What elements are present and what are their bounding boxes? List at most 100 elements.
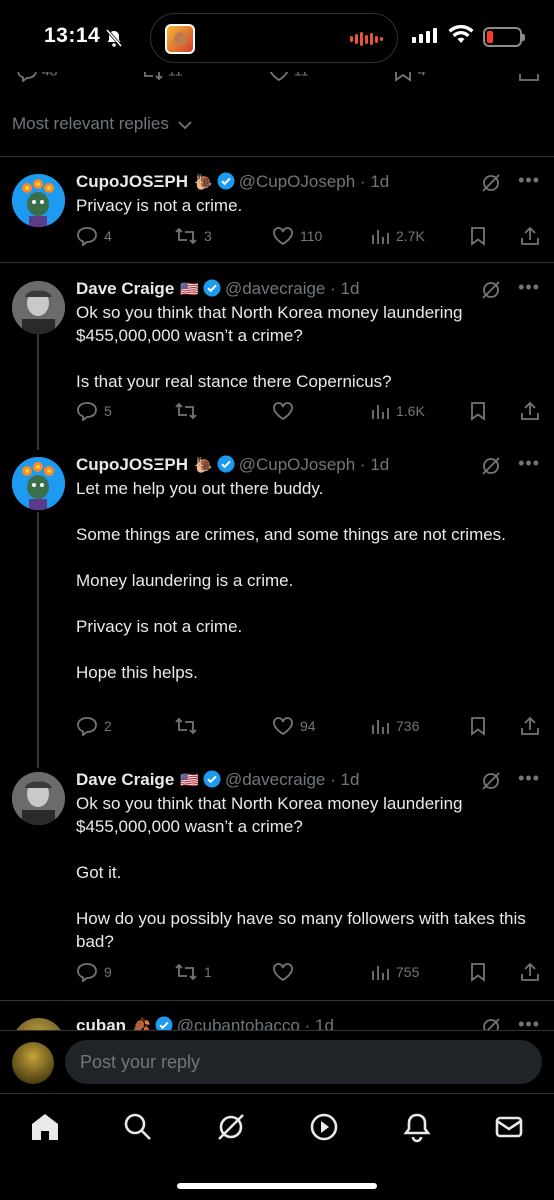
repost-icon: [175, 227, 197, 245]
name-emoji: 🍂: [132, 1018, 151, 1030]
display-name[interactable]: Dave Craige: [76, 279, 174, 298]
display-name[interactable]: Dave Craige: [76, 770, 174, 789]
notifications-icon[interactable]: [399, 1109, 435, 1145]
more-options-icon[interactable]: •••: [518, 170, 540, 191]
bookmark-button[interactable]: [468, 716, 494, 736]
grok-icon[interactable]: [213, 1109, 249, 1145]
handle[interactable]: @cubantobacco: [177, 1016, 300, 1030]
share-button[interactable]: [520, 226, 546, 246]
thread-connector: [37, 512, 39, 768]
name-emoji: 🐌: [194, 457, 213, 474]
thread-connector: [37, 334, 39, 450]
cellular-signal-icon: [412, 28, 437, 43]
grok-icon[interactable]: [480, 172, 502, 194]
bookmark-button[interactable]: [468, 226, 494, 246]
handle[interactable]: @davecraige: [225, 770, 325, 789]
bookmark-icon: [471, 717, 485, 736]
heart-icon: [273, 963, 293, 982]
heart-icon: [273, 227, 293, 246]
reply-icon: [77, 963, 97, 982]
name-emoji: 🇺🇸: [180, 281, 199, 298]
home-indicator[interactable]: [177, 1183, 377, 1189]
reply-button[interactable]: 4: [76, 226, 112, 246]
share-icon: [521, 962, 539, 981]
timestamp: 1d: [340, 279, 360, 298]
repost-icon: [175, 717, 197, 735]
avatar[interactable]: [12, 457, 65, 510]
post-text: Ok so you think that North Korea money l…: [76, 794, 526, 951]
like-button[interactable]: [272, 401, 300, 421]
avatar[interactable]: [12, 1018, 65, 1030]
reply-button[interactable]: 9: [76, 962, 112, 982]
dynamic-island[interactable]: [150, 13, 398, 63]
grok-icon[interactable]: [480, 770, 502, 792]
views-button[interactable]: 755: [370, 962, 419, 982]
avatar[interactable]: [12, 772, 65, 825]
battery-icon: [483, 27, 525, 47]
post-header: CupoJOSΞPH 🐌 @CupOJoseph · 1d: [76, 455, 390, 474]
post-actions: 9 1 755: [76, 962, 546, 984]
heart-icon: [273, 402, 293, 421]
handle[interactable]: @davecraige: [225, 279, 325, 298]
user-avatar[interactable]: [12, 1042, 54, 1084]
grok-icon[interactable]: [480, 1016, 502, 1030]
analytics-icon: [372, 966, 389, 980]
repost-button[interactable]: 3: [174, 226, 212, 246]
reply-input[interactable]: Post your reply: [65, 1040, 542, 1084]
more-options-icon[interactable]: •••: [518, 277, 540, 298]
share-button[interactable]: [520, 401, 546, 421]
more-options-icon[interactable]: •••: [518, 768, 540, 789]
home-icon[interactable]: [27, 1109, 63, 1145]
avatar[interactable]: [12, 174, 65, 227]
views-button[interactable]: 736: [370, 716, 419, 736]
heart-icon: [273, 717, 293, 736]
avatar[interactable]: [12, 281, 65, 334]
handle[interactable]: @CupOJoseph: [239, 172, 356, 191]
now-playing-app-icon: [165, 24, 195, 54]
reply-icon: [77, 227, 97, 246]
video-icon[interactable]: [306, 1109, 342, 1145]
grok-icon[interactable]: [480, 279, 502, 301]
views-button[interactable]: 2.7K: [370, 226, 425, 246]
post-actions: 4 3 110 2.7K: [76, 226, 546, 248]
share-button[interactable]: [520, 962, 546, 982]
repost-button[interactable]: [174, 716, 204, 736]
views-button[interactable]: 1.6K: [370, 401, 425, 421]
reply-post[interactable]: cuban 🍂 @cubantobacco · 1d •••: [0, 1014, 554, 1030]
more-options-icon[interactable]: •••: [518, 453, 540, 474]
display-name[interactable]: CupoJOSΞPH: [76, 455, 188, 474]
repost-button[interactable]: [174, 401, 204, 421]
more-options-icon[interactable]: •••: [518, 1014, 540, 1030]
display-name[interactable]: cuban: [76, 1016, 126, 1030]
post-text: Privacy is not a crime.: [76, 196, 243, 215]
bookmark-button[interactable]: [468, 401, 494, 421]
like-button[interactable]: 110: [272, 226, 322, 246]
reply-composer: Post your reply: [0, 1030, 554, 1092]
grok-icon[interactable]: [480, 455, 502, 477]
avatar-illustration: [12, 457, 65, 510]
status-bar: 13:14: [0, 0, 554, 72]
share-icon: [521, 716, 539, 735]
reply-sort-dropdown[interactable]: Most relevant replies: [12, 114, 192, 134]
analytics-icon: [372, 720, 389, 734]
divider: [0, 1000, 554, 1001]
share-button[interactable]: [520, 716, 546, 736]
display-name[interactable]: CupoJOSΞPH: [76, 172, 188, 191]
like-button[interactable]: [272, 962, 300, 982]
repost-button[interactable]: 1: [174, 962, 212, 982]
bookmark-button[interactable]: [468, 962, 494, 982]
timestamp: 1d: [370, 172, 390, 191]
avatar-photo: [12, 772, 65, 825]
reply-button[interactable]: 2: [76, 716, 112, 736]
search-icon[interactable]: [120, 1109, 156, 1145]
bookmark-icon: [471, 227, 485, 246]
post-actions: 5 1.6K: [76, 401, 546, 423]
reply-icon: [77, 717, 97, 736]
reply-button[interactable]: 5: [76, 401, 112, 421]
messages-icon[interactable]: [491, 1109, 527, 1145]
avatar-illustration: [12, 174, 65, 227]
handle[interactable]: @CupOJoseph: [239, 455, 356, 474]
verified-badge-icon: [203, 279, 221, 297]
timestamp: 1d: [340, 770, 360, 789]
like-button[interactable]: 94: [272, 716, 316, 736]
